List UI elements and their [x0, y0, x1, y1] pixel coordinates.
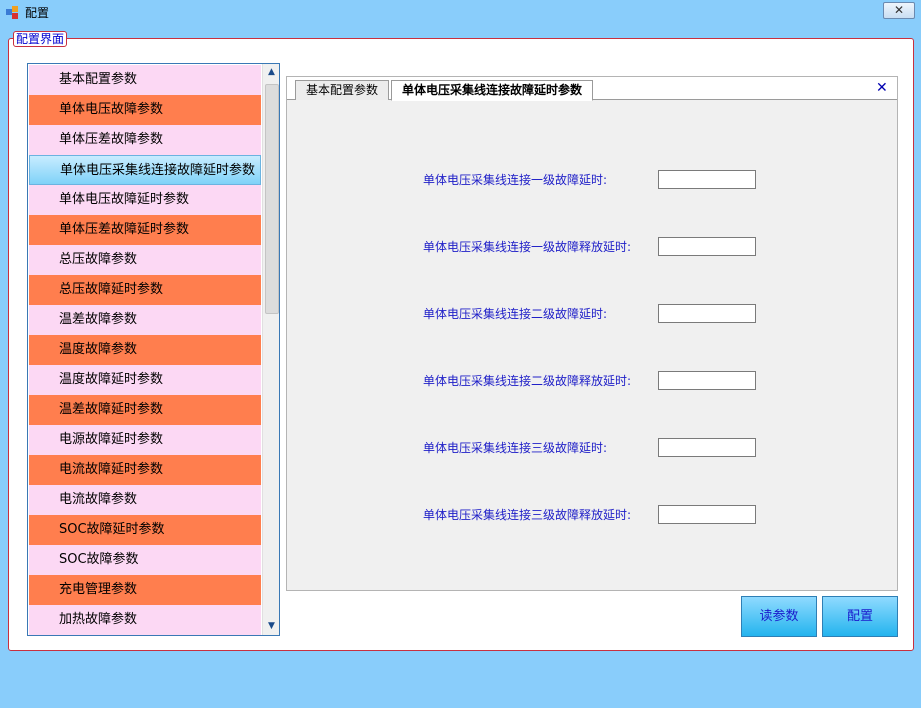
window-close-button[interactable]: ✕ [883, 2, 915, 19]
field-label: 单体电压采集线连接三级故障延时: [423, 441, 608, 455]
group-label: 配置界面 [13, 31, 68, 47]
list-item[interactable]: 加热故障参数 [29, 605, 261, 635]
level1-release-delay-input[interactable] [658, 237, 756, 256]
config-button[interactable]: 配置 [822, 596, 898, 637]
tab-close-icon[interactable]: ✕ [876, 80, 888, 96]
list-item[interactable]: 总压故障延时参数 [29, 275, 261, 305]
list-item[interactable]: 电流故障参数 [29, 485, 261, 515]
level2-fault-delay-input[interactable] [658, 304, 756, 323]
scroll-thumb[interactable] [265, 84, 279, 314]
field-label: 单体电压采集线连接一级故障延时: [423, 173, 608, 187]
field-label: 单体电压采集线连接二级故障延时: [423, 307, 608, 321]
parameter-list[interactable]: 基本配置参数 单体电压故障参数 单体压差故障参数 单体电压采集线连接故障延时参数… [27, 63, 280, 636]
scroll-up-icon[interactable]: ▲ [263, 64, 279, 81]
field-label: 单体电压采集线连接一级故障释放延时: [423, 240, 632, 254]
field-label: 单体电压采集线连接二级故障释放延时: [423, 374, 632, 388]
tab-control: 基本配置参数 单体电压采集线连接故障延时参数 ✕ 单体电压采集线连接一级故障延时… [286, 76, 898, 591]
tab-basic-config[interactable]: 基本配置参数 [295, 80, 389, 100]
tab-collection-line-delay[interactable]: 单体电压采集线连接故障延时参数 [391, 80, 593, 101]
list-item[interactable]: 温度故障延时参数 [29, 365, 261, 395]
list-item[interactable]: 单体压差故障延时参数 [29, 215, 261, 245]
list-item[interactable]: 电源故障延时参数 [29, 425, 261, 455]
list-item[interactable]: 温差故障延时参数 [29, 395, 261, 425]
level2-release-delay-input[interactable] [658, 371, 756, 390]
list-item[interactable]: 单体电压故障参数 [29, 95, 261, 125]
scroll-down-icon[interactable]: ▼ [263, 618, 279, 635]
list-item[interactable]: 温差故障参数 [29, 305, 261, 335]
level3-fault-delay-input[interactable] [658, 438, 756, 457]
app-icon [6, 6, 20, 20]
list-item[interactable]: 单体电压故障延时参数 [29, 185, 261, 215]
list-item[interactable]: SOC故障参数 [29, 545, 261, 575]
list-item[interactable]: 温度故障参数 [29, 335, 261, 365]
level3-release-delay-input[interactable] [658, 505, 756, 524]
list-item[interactable]: 单体压差故障参数 [29, 125, 261, 155]
field-label: 单体电压采集线连接三级故障释放延时: [423, 508, 632, 522]
list-item[interactable]: 基本配置参数 [29, 65, 261, 95]
window-title: 配置 [25, 6, 50, 20]
read-params-button[interactable]: 读参数 [741, 596, 817, 637]
list-item-selected[interactable]: 单体电压采集线连接故障延时参数 [29, 155, 261, 185]
list-item[interactable]: 电流故障延时参数 [29, 455, 261, 485]
level1-fault-delay-input[interactable] [658, 170, 756, 189]
list-item[interactable]: SOC故障延时参数 [29, 515, 261, 545]
list-item[interactable]: 充电管理参数 [29, 575, 261, 605]
title-bar: 配置 ✕ [0, 0, 921, 24]
list-item[interactable]: 总压故障参数 [29, 245, 261, 275]
tab-strip: 基本配置参数 单体电压采集线连接故障延时参数 ✕ [287, 77, 897, 101]
list-scrollbar[interactable]: ▲ ▼ [262, 64, 279, 635]
